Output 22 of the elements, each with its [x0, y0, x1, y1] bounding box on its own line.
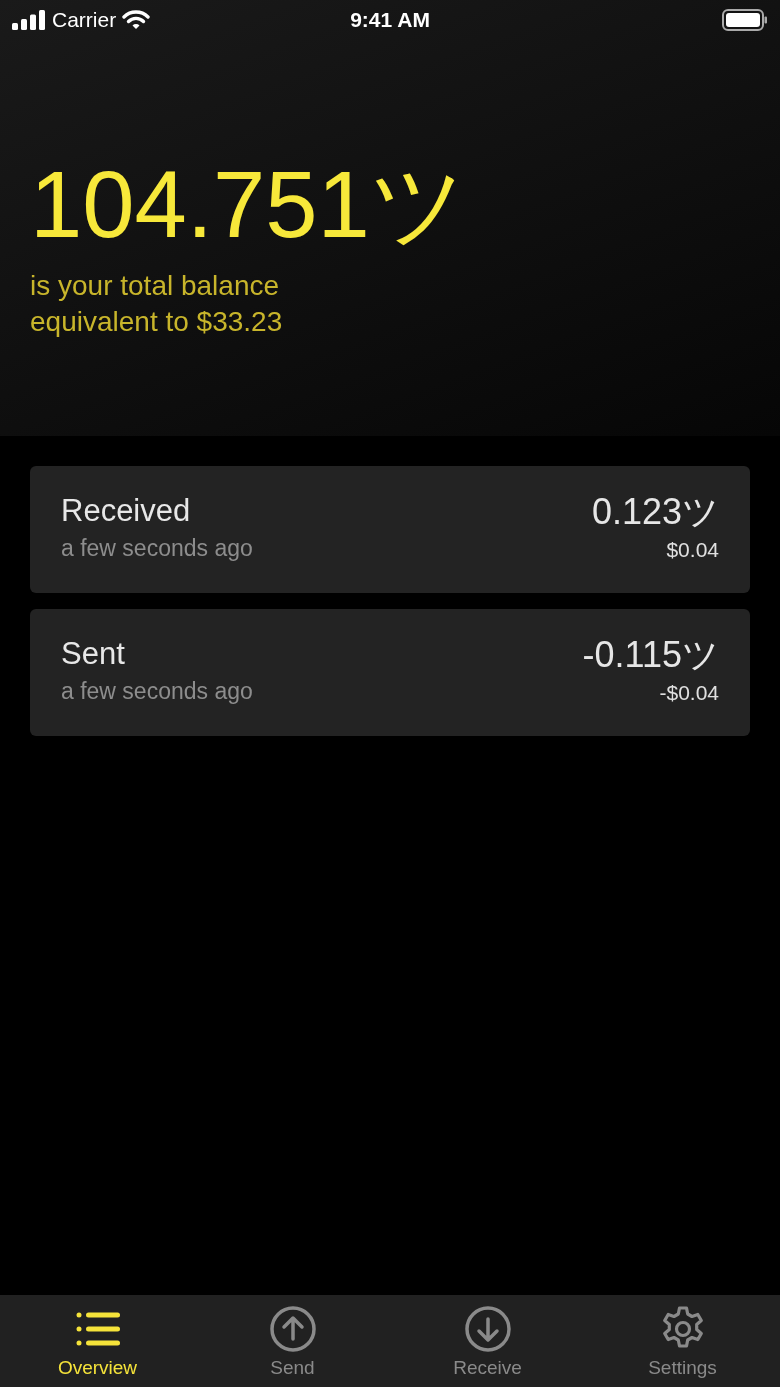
tab-item[interactable]: Settings	[585, 1295, 780, 1387]
status-time: 9:41 AM	[350, 8, 430, 32]
signal-icon	[12, 10, 46, 30]
wifi-icon	[122, 10, 151, 30]
transaction-type: Sent	[61, 635, 126, 673]
transaction-card[interactable]: Received a few seconds ago 0.123ツ $0.04	[30, 466, 750, 593]
battery-icon	[722, 9, 768, 31]
tab-item[interactable]: Overview	[0, 1295, 195, 1387]
transaction-fiat: $0.04	[666, 537, 719, 563]
transaction-type: Received	[61, 492, 192, 530]
balance-caption: is your total balance	[30, 269, 280, 303]
balance-amount: 104.751ツ	[30, 158, 466, 252]
transaction-amount: 0.123ツ	[591, 492, 719, 532]
tab-item[interactable]: Send	[195, 1295, 390, 1387]
transaction-time: a few seconds ago	[61, 677, 253, 706]
tab-item[interactable]: Receive	[390, 1295, 585, 1387]
transaction-fiat: -$0.04	[659, 680, 719, 706]
transaction-time: a few seconds ago	[61, 534, 253, 563]
fiat-equivalent: equivalent to $33.23	[30, 305, 283, 339]
transaction-card[interactable]: Sent a few seconds ago -0.115ツ -$0.04	[30, 609, 750, 736]
transaction-amount: -0.115ツ	[582, 635, 719, 675]
carrier-name: Carrier	[52, 8, 117, 32]
